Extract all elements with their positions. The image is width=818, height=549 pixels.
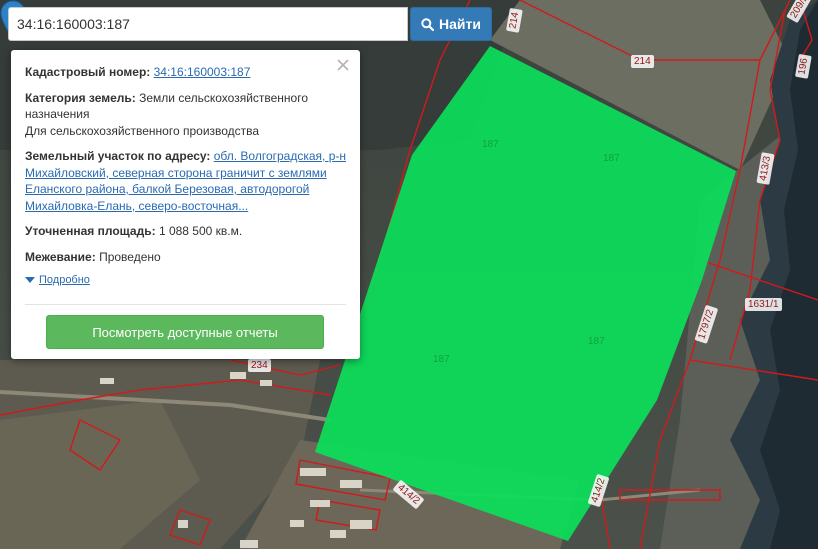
land-use-value: Для сельскохозяйственного производства: [25, 123, 260, 138]
caret-down-icon: [25, 277, 35, 283]
cadastral-number-row: Кадастровый номер: 34:16:160003:187: [25, 64, 346, 81]
search-button-label: Найти: [439, 16, 481, 32]
parcel-label: 187: [588, 336, 605, 347]
search-button[interactable]: Найти: [410, 7, 492, 41]
survey-value: Проведено: [99, 249, 161, 264]
parcel-label: 214: [631, 55, 654, 68]
search-icon: [421, 17, 435, 31]
parcel-label: 187: [482, 139, 499, 150]
cadastral-number-label: Кадастровый номер:: [25, 65, 151, 79]
close-icon[interactable]: [335, 57, 351, 73]
cadastral-number-link[interactable]: 34:16:160003:187: [154, 65, 251, 79]
details-toggle[interactable]: Подробно: [25, 274, 346, 286]
area-value: 1 088 500 кв.м.: [158, 224, 243, 238]
area-label: Уточненная площадь:: [25, 224, 156, 238]
details-link[interactable]: Подробно: [39, 274, 90, 286]
parcel-info-popup: Кадастровый номер: 34:16:160003:187 Кате…: [11, 50, 360, 359]
parcel-label: 1631/1: [745, 298, 782, 311]
area-row: Уточненная площадь: 1 088 500 кв.м.: [25, 223, 346, 240]
survey-label: Межевание:: [25, 249, 96, 264]
parcel-label: 187: [603, 153, 620, 164]
land-category-row: Категория земель: Земли сельскохозяйстве…: [25, 90, 346, 140]
land-category-label: Категория земель:: [25, 90, 136, 105]
parcel-label: 187: [433, 354, 450, 365]
parcel-label: 234: [248, 359, 271, 372]
address-row: Земельный участок по адресу: обл. Волгог…: [25, 148, 346, 214]
address-label: Земельный участок по адресу:: [25, 149, 211, 163]
view-reports-button[interactable]: Посмотреть доступные отчеты: [46, 315, 324, 349]
survey-row: Межевание: Проведено: [25, 249, 346, 266]
search-input[interactable]: [8, 7, 408, 41]
divider: [25, 304, 346, 305]
